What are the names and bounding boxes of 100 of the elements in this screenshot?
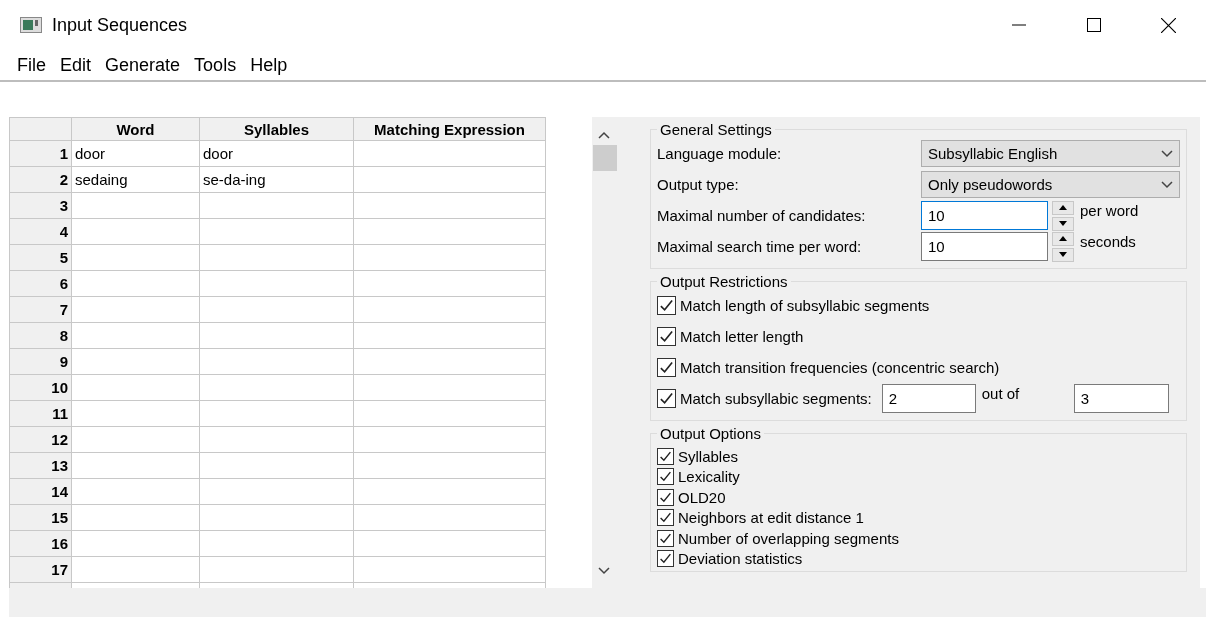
table-cell[interactable] [354, 479, 546, 505]
table-cell[interactable]: door [72, 141, 200, 167]
table-cell[interactable] [354, 167, 546, 193]
menu-item[interactable]: Generate [98, 54, 188, 76]
menu-item[interactable]: Edit [53, 54, 99, 76]
table-cell[interactable] [354, 141, 546, 167]
table-cell[interactable]: sedaing [72, 167, 200, 193]
increment-button[interactable] [1052, 231, 1074, 246]
table-cell[interactable] [354, 349, 546, 375]
spin-field[interactable]: 10 [921, 232, 1048, 261]
triangle-up-icon [1059, 236, 1067, 241]
row-number: 7 [9, 297, 72, 323]
checkbox[interactable] [657, 447, 674, 465]
table-cell[interactable] [200, 219, 354, 245]
checkbox[interactable] [657, 327, 676, 346]
row-number: 8 [9, 323, 72, 349]
table-cell[interactable] [354, 193, 546, 219]
menu-item[interactable]: File [10, 54, 53, 76]
table-cell[interactable] [200, 531, 354, 557]
checkbox[interactable] [657, 296, 676, 315]
table-cell[interactable] [354, 427, 546, 453]
table-cell[interactable] [72, 349, 200, 375]
table-cell[interactable] [72, 453, 200, 479]
chevron-down-icon[interactable] [598, 567, 611, 575]
dropdown[interactable]: Only pseudowords [921, 171, 1180, 198]
dropdown[interactable]: Subsyllabic English [921, 140, 1180, 167]
table-cell[interactable] [72, 271, 200, 297]
table-cell[interactable] [354, 557, 546, 583]
checkbox-label: Neighbors at edit distance 1 [678, 509, 864, 527]
table-cell[interactable] [200, 193, 354, 219]
table-cell[interactable] [354, 297, 546, 323]
checkbox[interactable] [657, 550, 674, 568]
chevron-up-icon[interactable] [598, 131, 611, 139]
table-cell[interactable] [200, 349, 354, 375]
table-cell[interactable] [72, 245, 200, 271]
table-cell[interactable] [72, 297, 200, 323]
maximize-icon [1086, 18, 1101, 32]
table-cell[interactable]: se-da-ing [200, 167, 354, 193]
table-cell[interactable] [354, 505, 546, 531]
table-cell[interactable] [72, 479, 200, 505]
menu-item[interactable]: Help [243, 54, 295, 76]
row-number: 9 [9, 349, 72, 375]
column-header[interactable]: Syllables [200, 117, 354, 141]
table-cell[interactable] [200, 245, 354, 271]
table-cell[interactable] [354, 401, 546, 427]
increment-button[interactable] [1052, 200, 1074, 215]
unit-label: seconds [1080, 233, 1136, 250]
table-cell[interactable]: door [200, 141, 354, 167]
table-cell[interactable] [354, 271, 546, 297]
table-cell[interactable] [72, 375, 200, 401]
range-label: out of [981, 385, 1021, 402]
table-cell[interactable] [72, 531, 200, 557]
checkbox[interactable] [657, 358, 676, 377]
triangle-up-icon [1059, 205, 1067, 210]
table-cell[interactable] [200, 375, 354, 401]
scrollbar-thumb[interactable] [593, 145, 618, 171]
table-cell[interactable] [200, 323, 354, 349]
table-cell[interactable] [200, 479, 354, 505]
table-cell[interactable] [72, 505, 200, 531]
table-cell[interactable] [200, 271, 354, 297]
checkbox[interactable] [657, 529, 674, 547]
field-label: Maximal search time per word: [657, 238, 863, 255]
input-field[interactable]: 3 [1073, 384, 1169, 413]
column-header[interactable]: Word [72, 117, 200, 141]
chevron-down-icon[interactable] [1161, 149, 1173, 158]
table-cell[interactable] [200, 557, 354, 583]
decrement-button[interactable] [1052, 216, 1074, 231]
table-cell[interactable] [72, 427, 200, 453]
table-cell[interactable] [354, 531, 546, 557]
table-cell[interactable] [200, 427, 354, 453]
row-number: 12 [9, 427, 72, 453]
table-cell[interactable] [72, 323, 200, 349]
column-header[interactable]: Matching Expression [354, 117, 546, 141]
window-title: Input Sequences [52, 14, 189, 36]
group-title: Output Options [659, 425, 762, 442]
table-cell[interactable] [354, 375, 546, 401]
spin-field[interactable]: 10 [921, 201, 1048, 230]
table-cell[interactable] [200, 297, 354, 323]
table-cell[interactable] [72, 219, 200, 245]
table-cell[interactable] [354, 323, 546, 349]
table-cell[interactable] [354, 453, 546, 479]
table-cell[interactable] [72, 557, 200, 583]
table-cell[interactable] [72, 401, 200, 427]
menu-item[interactable]: Tools [187, 54, 244, 76]
checkbox[interactable] [657, 509, 674, 527]
chevron-down-icon[interactable] [1161, 180, 1173, 189]
checkbox[interactable] [657, 389, 676, 408]
table-cell[interactable] [354, 245, 546, 271]
table-cell[interactable] [200, 453, 354, 479]
checkbox-label: Syllables [678, 447, 739, 465]
decrement-button[interactable] [1052, 247, 1074, 262]
checkbox[interactable] [657, 488, 674, 506]
table-cell[interactable] [354, 219, 546, 245]
row-number: 1 [9, 141, 72, 167]
input-field[interactable]: 2 [881, 384, 976, 413]
checkbox[interactable] [657, 468, 674, 486]
table-cell[interactable] [200, 505, 354, 531]
table-corner [9, 117, 72, 141]
table-cell[interactable] [72, 193, 200, 219]
table-cell[interactable] [200, 401, 354, 427]
